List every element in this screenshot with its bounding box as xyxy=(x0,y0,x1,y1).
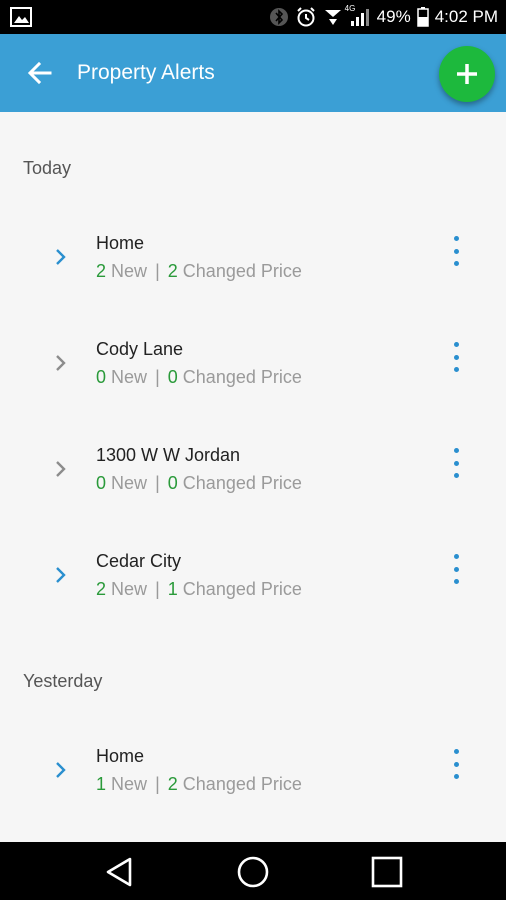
more-options-icon[interactable] xyxy=(444,342,468,372)
alerts-list: Today Home 2 New | 2 Changed Price Cody … xyxy=(0,112,506,842)
back-button[interactable] xyxy=(24,57,56,89)
network-type: 4G xyxy=(344,4,356,13)
app-bar: Property Alerts xyxy=(0,34,506,112)
more-options-icon[interactable] xyxy=(444,236,468,266)
new-label: New xyxy=(111,579,148,599)
battery-icon xyxy=(416,7,429,27)
alert-summary: 2 New | 1 Changed Price xyxy=(96,579,302,600)
battery-percent: 49% xyxy=(376,7,411,26)
changed-count: 0 xyxy=(167,473,178,493)
changed-label: Changed Price xyxy=(182,774,302,794)
chevron-right-icon xyxy=(56,355,66,371)
list-item[interactable]: Cedar City 2 New | 1 Changed Price xyxy=(0,551,506,631)
system-nav-bar xyxy=(0,842,506,900)
chevron-right-icon xyxy=(56,762,66,778)
home-circle-icon[interactable] xyxy=(235,854,271,890)
alert-summary: 0 New | 0 Changed Price xyxy=(96,473,302,494)
new-count: 0 xyxy=(96,367,107,387)
alert-summary: 0 New | 0 Changed Price xyxy=(96,367,302,388)
image-icon xyxy=(10,7,32,32)
bluetooth-icon xyxy=(269,7,289,27)
changed-label: Changed Price xyxy=(182,579,302,599)
back-triangle-icon[interactable] xyxy=(102,854,138,890)
more-options-icon[interactable] xyxy=(444,554,468,584)
list-item[interactable]: 1300 W W Jordan 0 New | 0 Changed Price xyxy=(0,445,506,525)
plus-icon xyxy=(457,64,477,84)
changed-label: Changed Price xyxy=(182,367,302,387)
list-item[interactable]: Cody Lane 0 New | 0 Changed Price xyxy=(0,339,506,419)
alert-name: Home xyxy=(96,746,145,766)
wifi-icon xyxy=(323,7,343,27)
new-label: New xyxy=(111,473,148,493)
screen: 4G 49% 4:02 PM Property Alerts Today Hom… xyxy=(0,0,506,900)
alert-summary: 1 New | 2 Changed Price xyxy=(96,774,302,795)
new-label: New xyxy=(111,367,148,387)
new-count: 2 xyxy=(96,579,107,599)
changed-count: 0 xyxy=(167,367,178,387)
separator: | xyxy=(155,261,160,281)
new-label: New xyxy=(111,261,148,281)
separator: | xyxy=(155,473,160,493)
page-title: Property Alerts xyxy=(77,61,215,84)
add-alert-button[interactable] xyxy=(439,46,495,102)
arrow-left-icon xyxy=(27,61,52,85)
new-label: New xyxy=(111,774,148,794)
list-item[interactable]: Home 1 New | 2 Changed Price xyxy=(0,746,506,826)
alert-name: 1300 W W Jordan xyxy=(96,445,241,465)
clock: 4:02 PM xyxy=(434,7,498,26)
more-options-icon[interactable] xyxy=(444,749,468,779)
separator: | xyxy=(155,774,160,794)
changed-count: 2 xyxy=(167,774,178,794)
alert-summary: 2 New | 2 Changed Price xyxy=(96,261,302,282)
section-header-today: Today xyxy=(23,158,72,178)
changed-count: 2 xyxy=(167,261,178,281)
section-header-yesterday: Yesterday xyxy=(23,671,103,691)
chevron-right-icon xyxy=(56,567,66,583)
changed-count: 1 xyxy=(167,579,178,599)
chevron-right-icon xyxy=(56,249,66,265)
more-options-icon[interactable] xyxy=(444,448,468,478)
new-count: 1 xyxy=(96,774,107,794)
chevron-right-icon xyxy=(56,461,66,477)
alert-name: Home xyxy=(96,233,145,253)
alert-name: Cody Lane xyxy=(96,339,184,359)
changed-label: Changed Price xyxy=(182,261,302,281)
separator: | xyxy=(155,367,160,387)
separator: | xyxy=(155,579,160,599)
signal-icon: 4G xyxy=(345,4,371,27)
alarm-icon xyxy=(295,6,317,28)
list-item[interactable]: Home 2 New | 2 Changed Price xyxy=(0,233,506,313)
recents-square-icon[interactable] xyxy=(369,854,405,890)
changed-label: Changed Price xyxy=(182,473,302,493)
alert-name: Cedar City xyxy=(96,551,182,571)
new-count: 2 xyxy=(96,261,107,281)
status-bar: 4G 49% 4:02 PM xyxy=(0,0,506,34)
new-count: 0 xyxy=(96,473,107,493)
